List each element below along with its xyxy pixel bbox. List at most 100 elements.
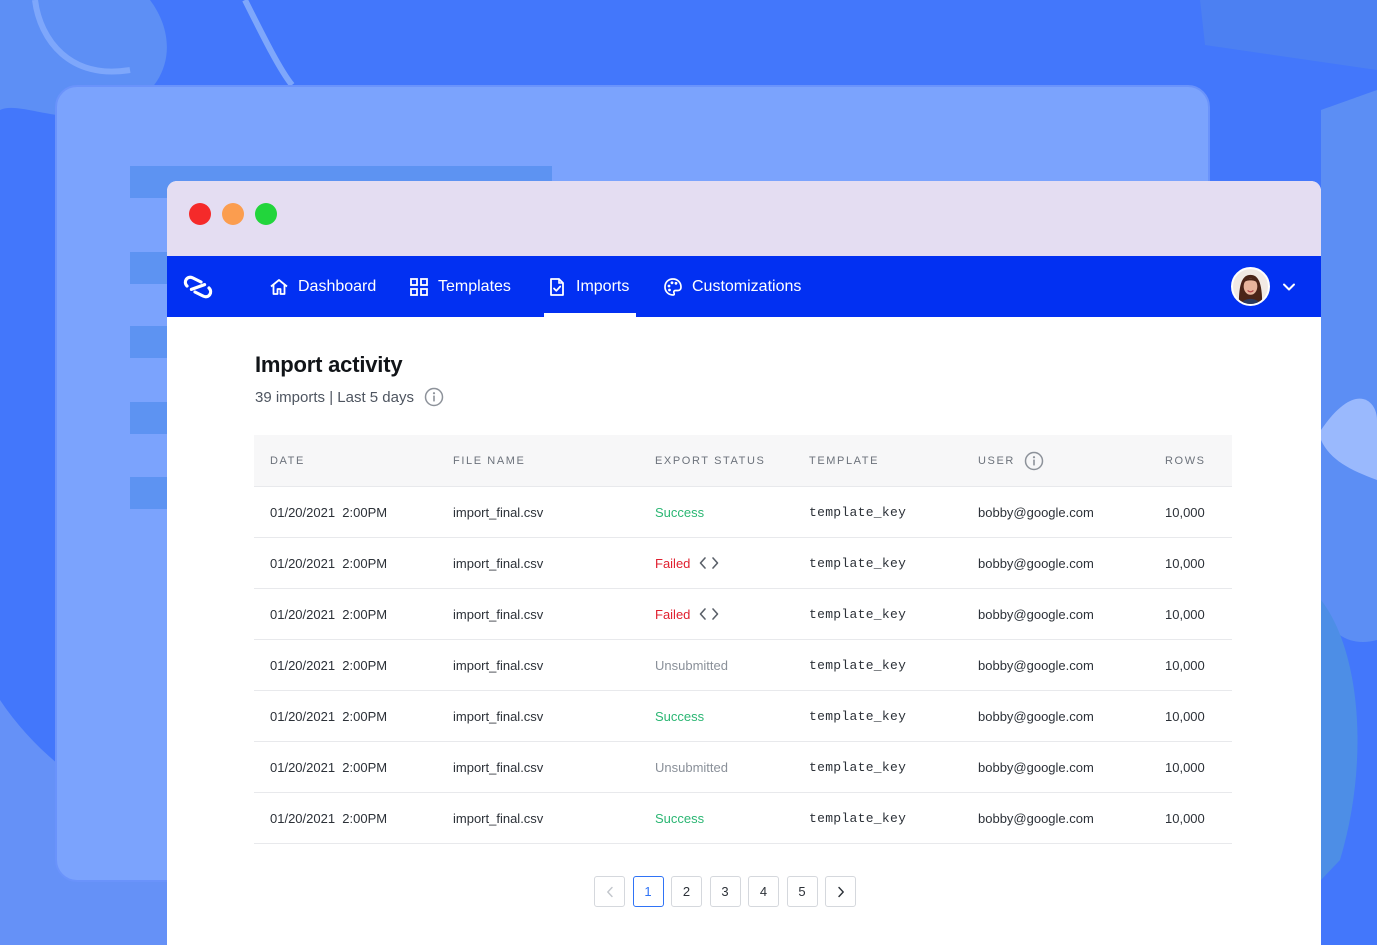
- home-icon: [270, 278, 288, 295]
- nav-templates-label: Templates: [438, 277, 511, 295]
- table-header: Date File name Export status Template Us…: [254, 435, 1232, 487]
- window-titlebar: [167, 181, 1321, 256]
- cell-template: template_key: [809, 555, 907, 571]
- cell-file-name: import_final.csv: [453, 810, 544, 826]
- cell-user: bobby@google.com: [978, 810, 1094, 826]
- cell-user: bobby@google.com: [978, 606, 1094, 622]
- cell-date: 01/20/2021 2:00PM: [270, 555, 388, 571]
- cell-file-name: import_final.csv: [453, 708, 544, 724]
- table-body: 01/20/2021 2:00PM import_final.csv Success…: [254, 487, 1232, 844]
- status-badge: Failed: [655, 606, 691, 622]
- next-page-button[interactable]: [825, 876, 856, 907]
- page-button-2[interactable]: 2: [671, 876, 702, 907]
- column-header-export-status[interactable]: Export status: [655, 435, 765, 487]
- cell-user: bobby@google.com: [978, 759, 1094, 775]
- cell-user: bobby@google.com: [978, 708, 1094, 724]
- cell-date: 01/20/2021 2:00PM: [270, 606, 388, 622]
- nav-imports[interactable]: Imports: [547, 256, 629, 317]
- background-bar: [130, 326, 167, 358]
- cell-date: 01/20/2021 2:00PM: [270, 759, 388, 775]
- status-badge: Success: [655, 504, 705, 520]
- cell-template: template_key: [809, 759, 907, 775]
- status-badge: Unsubmitted: [655, 759, 728, 775]
- main-content: Import activity 39 imports | Last 5 days…: [167, 317, 1321, 945]
- cell-template: template_key: [809, 606, 907, 622]
- minimize-window-button[interactable]: [222, 203, 244, 225]
- cell-rows: 10,000: [1165, 810, 1205, 826]
- cell-rows: 10,000: [1165, 759, 1205, 775]
- background-bar: [130, 477, 167, 509]
- avatar-photo: [1233, 269, 1268, 304]
- cell-template: template_key: [809, 657, 907, 673]
- status-badge: Unsubmitted: [655, 657, 728, 673]
- info-icon[interactable]: [424, 387, 444, 407]
- cell-date: 01/20/2021 2:00PM: [270, 657, 388, 673]
- nav-customizations-label: Customizations: [692, 277, 802, 295]
- cell-file-name: import_final.csv: [453, 606, 544, 622]
- top-navigation: Dashboard Templates Imports Customizatio…: [167, 256, 1321, 317]
- palette-icon: [664, 277, 682, 296]
- cell-rows: 10,000: [1165, 504, 1205, 520]
- cell-rows: 10,000: [1165, 606, 1205, 622]
- code-icon[interactable]: [699, 607, 719, 621]
- column-header-template[interactable]: Template: [809, 435, 879, 487]
- nav-dashboard[interactable]: Dashboard: [269, 256, 376, 317]
- table-row[interactable]: 01/20/2021 2:00PM import_final.csv Failed t…: [254, 538, 1232, 589]
- cell-template: template_key: [809, 504, 907, 520]
- table-row[interactable]: 01/20/2021 2:00PM import_final.csv Failed t…: [254, 589, 1232, 640]
- cell-export-status: Success: [655, 691, 704, 741]
- close-window-button[interactable]: [189, 203, 211, 225]
- user-avatar[interactable]: [1231, 267, 1270, 306]
- chevron-left-icon: [606, 886, 613, 897]
- chevron-down-icon[interactable]: [1281, 280, 1297, 294]
- chevron-right-icon: [837, 886, 844, 897]
- pagination: 1 2 3 4 5: [594, 876, 864, 907]
- cell-export-status: Failed: [655, 589, 719, 639]
- status-badge: Success: [655, 810, 705, 826]
- nav-imports-label: Imports: [576, 277, 630, 295]
- cell-export-status: Unsubmitted: [655, 640, 728, 690]
- column-header-user-label: User: [978, 455, 1015, 467]
- document-check-icon: [550, 277, 564, 296]
- page-button-4[interactable]: 4: [748, 876, 779, 907]
- status-badge: Failed: [655, 555, 691, 571]
- cell-user: bobby@google.com: [978, 555, 1094, 571]
- info-icon[interactable]: [1024, 451, 1044, 471]
- cell-rows: 10,000: [1165, 555, 1205, 571]
- cell-export-status: Unsubmitted: [655, 742, 728, 792]
- cell-export-status: Success: [655, 487, 704, 537]
- column-header-date[interactable]: Date: [270, 435, 305, 487]
- cell-user: bobby@google.com: [978, 504, 1094, 520]
- previous-page-button[interactable]: [594, 876, 625, 907]
- nav-templates[interactable]: Templates: [409, 256, 511, 317]
- page-button-1[interactable]: 1: [632, 876, 664, 907]
- table-row[interactable]: 01/20/2021 2:00PM import_final.csv Success…: [254, 691, 1232, 742]
- page-button-3[interactable]: 3: [709, 876, 741, 907]
- table-row[interactable]: 01/20/2021 2:00PM import_final.csv Unsubmi…: [254, 742, 1232, 793]
- page-subtitle: 39 imports | Last 5 days: [255, 387, 444, 407]
- page-button-5[interactable]: 5: [786, 876, 818, 907]
- column-header-file-name[interactable]: File name: [453, 435, 525, 487]
- link-logo-icon[interactable]: [181, 270, 215, 304]
- app-window: Dashboard Templates Imports Customizatio…: [167, 181, 1321, 945]
- cell-date: 01/20/2021 2:00PM: [270, 810, 388, 826]
- cell-export-status: Success: [655, 793, 704, 843]
- table-row[interactable]: 01/20/2021 2:00PM import_final.csv Unsubmi…: [254, 640, 1232, 691]
- background-bar: [130, 252, 167, 284]
- imports-table: Date File name Export status Template Us…: [254, 435, 1232, 844]
- cell-file-name: import_final.csv: [453, 555, 544, 571]
- cell-file-name: import_final.csv: [453, 657, 544, 673]
- cell-rows: 10,000: [1165, 708, 1205, 724]
- code-icon[interactable]: [699, 556, 719, 570]
- page-title: Import activity: [255, 352, 403, 377]
- cell-template: template_key: [809, 708, 907, 724]
- status-badge: Success: [655, 708, 705, 724]
- import-summary: 39 imports | Last 5 days: [255, 388, 414, 406]
- column-header-user[interactable]: User: [978, 435, 1044, 487]
- table-row[interactable]: 01/20/2021 2:00PM import_final.csv Success…: [254, 793, 1232, 844]
- table-row[interactable]: 01/20/2021 2:00PM import_final.csv Success…: [254, 487, 1232, 538]
- cell-user: bobby@google.com: [978, 657, 1094, 673]
- column-header-rows[interactable]: Rows: [1165, 435, 1206, 487]
- maximize-window-button[interactable]: [255, 203, 277, 225]
- nav-customizations[interactable]: Customizations: [663, 256, 801, 317]
